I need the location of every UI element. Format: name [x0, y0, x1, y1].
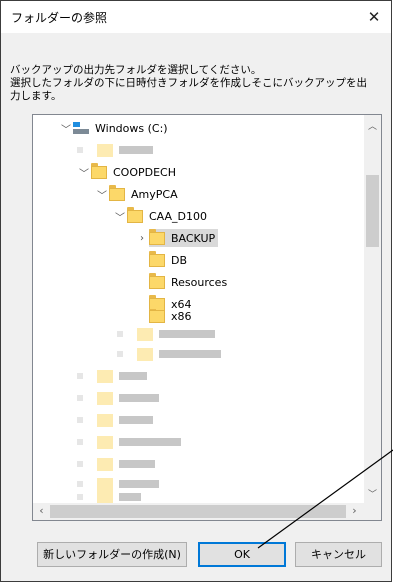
- tree-item-coopdech[interactable]: ﹀ COOPDECH: [77, 161, 176, 183]
- tree-item-label: DB: [171, 253, 188, 267]
- folder-icon: [127, 206, 143, 223]
- folder-icon: [149, 309, 165, 323]
- folder-icon: [97, 143, 113, 157]
- blur-chevron-icon: [77, 481, 83, 487]
- tree-item-label: CAA_D100: [149, 209, 208, 223]
- folder-icon: [149, 228, 165, 245]
- tree-item-amypca[interactable]: ﹀ AmyPCA: [95, 183, 178, 205]
- redacted-label: [159, 350, 221, 358]
- tree-item-redacted[interactable]: [77, 453, 155, 475]
- tree-item-resources[interactable]: Resources: [149, 271, 227, 293]
- tree-item-label: Resources: [171, 275, 228, 289]
- tree-item-redacted[interactable]: [77, 491, 141, 503]
- expand-chevron-icon[interactable]: ﹀: [59, 121, 73, 136]
- vertical-scroll-thumb[interactable]: [366, 175, 379, 247]
- blur-chevron-icon: [77, 439, 83, 445]
- ok-button[interactable]: OK: [198, 542, 286, 567]
- new-folder-button[interactable]: 新しいフォルダーの作成(N): [37, 542, 187, 567]
- close-button[interactable]: ✕: [357, 1, 391, 33]
- scroll-down-arrow-icon[interactable]: ﹀: [364, 487, 381, 500]
- tree-item-label: x86: [171, 309, 192, 323]
- folder-icon: [97, 369, 113, 383]
- horizontal-scroll-thumb[interactable]: [50, 505, 346, 518]
- scroll-up-arrow-icon[interactable]: ︿: [364, 119, 381, 132]
- tree-item-x86[interactable]: x86: [149, 309, 192, 323]
- scrollbar-corner: [364, 503, 381, 520]
- folder-icon: [109, 184, 125, 201]
- selection-highlight: BACKUP: [149, 228, 219, 247]
- tree-item-label: AmyPCA: [131, 187, 178, 201]
- instruction-line-3: 力します。: [10, 90, 62, 102]
- expand-chevron-icon[interactable]: ﹀: [113, 209, 127, 224]
- folder-icon: [137, 327, 153, 341]
- tree-item-db[interactable]: DB: [149, 249, 187, 271]
- redacted-label: [119, 146, 153, 154]
- expand-chevron-icon[interactable]: ﹀: [77, 165, 91, 180]
- blur-chevron-icon: [77, 395, 83, 401]
- tree-item-redacted[interactable]: [77, 409, 153, 431]
- cancel-button[interactable]: キャンセル: [295, 542, 382, 567]
- folder-icon: [97, 491, 113, 503]
- tree-item-label: BACKUP: [171, 231, 216, 245]
- redacted-label: [119, 493, 141, 501]
- vertical-scrollbar[interactable]: ︿ ﹀: [364, 115, 381, 504]
- tree-item-redacted[interactable]: [117, 343, 221, 365]
- folder-icon: [137, 347, 153, 361]
- title-bar: フォルダーの参照 ✕: [1, 1, 391, 33]
- folder-icon: [149, 272, 165, 289]
- redacted-label: [159, 330, 215, 338]
- horizontal-scrollbar[interactable]: ‹ ›: [33, 503, 381, 520]
- redacted-label: [119, 460, 155, 468]
- tree-item-label: Windows (C:): [95, 121, 168, 135]
- blur-chevron-icon: [77, 494, 83, 500]
- tree-item-label: COOPDECH: [113, 165, 177, 179]
- blur-chevron-icon: [117, 331, 123, 337]
- redacted-label: [119, 480, 159, 488]
- scroll-right-arrow-icon[interactable]: ›: [346, 504, 363, 517]
- instruction-line-2: 選択したフォルダの下に日時付きフォルダを作成しそこにバックアップを出: [10, 77, 367, 89]
- blur-chevron-icon: [77, 373, 83, 379]
- folder-tree[interactable]: ﹀ Windows (C:) ﹀ COOPDECH ﹀ AmyPCA ﹀ CAA…: [32, 114, 382, 521]
- scroll-left-arrow-icon[interactable]: ‹: [33, 504, 50, 517]
- folder-browse-dialog: フォルダーの参照 ✕ バックアップの出力先フォルダを選択してください。 選択した…: [0, 0, 392, 582]
- tree-item-redacted[interactable]: [77, 139, 153, 161]
- expand-chevron-icon[interactable]: ﹀: [95, 187, 109, 202]
- tree-item-redacted[interactable]: [117, 323, 215, 345]
- folder-icon: [97, 391, 113, 405]
- tree-item-redacted[interactable]: [77, 365, 147, 387]
- drive-icon: [73, 122, 89, 134]
- folder-icon: [97, 457, 113, 471]
- folder-icon: [91, 162, 107, 179]
- redacted-label: [119, 394, 159, 402]
- folder-icon: [97, 413, 113, 427]
- redacted-label: [119, 438, 181, 446]
- folder-icon: [149, 250, 165, 267]
- folder-icon: [97, 435, 113, 449]
- collapsed-chevron-icon[interactable]: ›: [135, 233, 149, 244]
- blur-chevron-icon: [77, 461, 83, 467]
- dialog-title: フォルダーの参照: [11, 11, 108, 25]
- redacted-label: [119, 416, 153, 424]
- redacted-label: [119, 372, 147, 380]
- tree-item-redacted[interactable]: [77, 387, 159, 409]
- tree-item-backup[interactable]: › BACKUP: [135, 227, 219, 249]
- folder-icon: [97, 477, 113, 491]
- instruction-line-1: バックアップの出力先フォルダを選択してください。: [10, 64, 262, 76]
- tree-item-caa-d100[interactable]: ﹀ CAA_D100: [113, 205, 207, 227]
- blur-chevron-icon: [117, 351, 123, 357]
- tree-item-drive[interactable]: ﹀ Windows (C:): [59, 117, 168, 139]
- instructions: バックアップの出力先フォルダを選択してください。 選択したフォルダの下に日時付き…: [10, 64, 380, 103]
- blur-chevron-icon: [77, 147, 83, 153]
- tree-item-redacted[interactable]: [77, 431, 181, 453]
- blur-chevron-icon: [77, 417, 83, 423]
